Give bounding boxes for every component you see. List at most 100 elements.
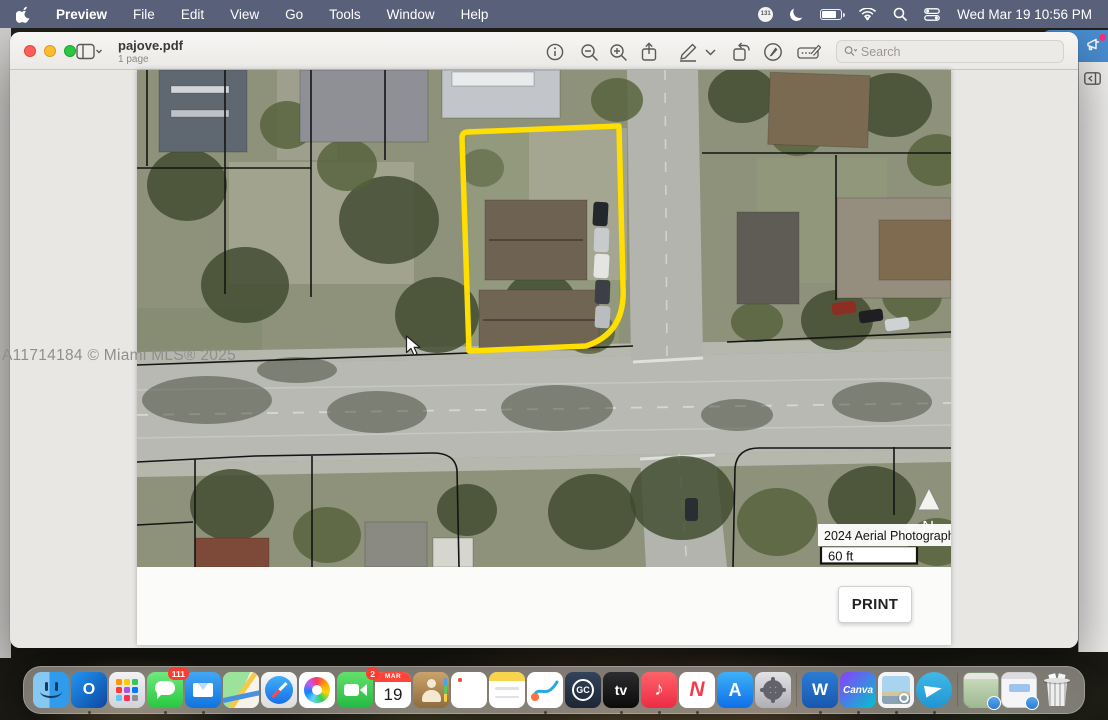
highlight-button[interactable] [760, 42, 786, 62]
dock-notes[interactable] [489, 672, 525, 708]
zoom-in-icon [609, 43, 628, 62]
close-button[interactable] [24, 45, 36, 57]
paper-plane-icon [924, 682, 943, 697]
markup-dropdown-chevron[interactable] [702, 42, 718, 62]
dock-maps[interactable] [223, 672, 259, 708]
battery-icon[interactable] [820, 9, 842, 20]
dock-launchpad[interactable] [109, 672, 145, 708]
markup-pencil-icon [677, 42, 699, 62]
title-bar[interactable]: pajove.pdf 1 page [10, 32, 1078, 70]
menu-tools[interactable]: Tools [329, 7, 361, 22]
flower-icon [304, 677, 330, 703]
app-badge [1025, 696, 1039, 710]
dock-messages[interactable]: 111 [147, 672, 183, 708]
dock-minimized-window-1[interactable] [963, 672, 999, 708]
menu-view[interactable]: View [230, 7, 259, 22]
menu-go[interactable]: Go [285, 7, 303, 22]
dock-gamecenter[interactable]: GC [565, 672, 601, 708]
news-glyph: N [679, 672, 715, 708]
dock-reminders[interactable] [451, 672, 487, 708]
search-field[interactable] [836, 40, 1064, 63]
markup-button[interactable] [675, 42, 701, 62]
fullscreen-button[interactable] [64, 45, 76, 57]
dock-music[interactable]: ♪ [641, 672, 677, 708]
focus-moon-icon[interactable] [789, 6, 805, 22]
wifi-icon[interactable] [859, 8, 876, 21]
dock-settings[interactable] [755, 672, 791, 708]
search-input[interactable] [861, 45, 1056, 59]
dock-news[interactable]: N [679, 672, 715, 708]
minimize-button[interactable] [44, 45, 56, 57]
status-badge-icon[interactable]: 131 [758, 7, 773, 22]
spotlight-icon[interactable] [893, 7, 907, 21]
menubar-clock[interactable]: Wed Mar 19 10:56 PM [957, 7, 1092, 22]
dock-preview[interactable] [878, 672, 914, 708]
calendar-day: 19 [375, 682, 411, 707]
apple-menu[interactable] [16, 6, 30, 23]
word-glyph: W [802, 672, 838, 708]
expand-sidebar-icon[interactable] [1084, 72, 1101, 85]
zoom-in-button[interactable] [605, 42, 631, 62]
dock: O 111 2 MAR19 GC tv ♪ N A W Canva [23, 666, 1085, 714]
dock-safari[interactable] [261, 672, 297, 708]
dock-freeform[interactable] [527, 672, 563, 708]
dock-appletv[interactable]: tv [603, 672, 639, 708]
camera-icon [344, 684, 359, 696]
menu-edit[interactable]: Edit [181, 7, 204, 22]
zoom-out-button[interactable] [576, 42, 602, 62]
dock-divider [796, 673, 797, 707]
canva-glyph: Canva [840, 672, 876, 708]
scale-bar: 60 ft [821, 547, 917, 564]
info-icon [546, 43, 564, 61]
control-center-icon[interactable] [924, 8, 940, 21]
parcel-buildings [479, 200, 599, 350]
rotate-button[interactable] [728, 42, 754, 62]
menu-window[interactable]: Window [387, 7, 435, 22]
dock-photos[interactable] [299, 672, 335, 708]
print-button[interactable]: PRINT [838, 586, 912, 623]
dock-telegram[interactable] [916, 672, 952, 708]
mouse-cursor [405, 335, 422, 362]
messages-badge: 111 [168, 667, 189, 680]
dock-word[interactable]: W [802, 672, 838, 708]
gear-icon [763, 680, 783, 700]
envelope-icon [193, 683, 213, 697]
dock-trash[interactable] [1039, 672, 1075, 708]
menu-preview[interactable]: Preview [56, 7, 107, 22]
page-count: 1 page [118, 54, 183, 65]
facetime-badge: 2 [366, 667, 379, 680]
app-badge [987, 696, 1001, 710]
outlook-glyph: O [71, 672, 107, 708]
scale-label: 60 ft [828, 549, 854, 564]
sidebar-toggle-button[interactable] [76, 42, 102, 62]
share-icon [640, 42, 658, 62]
menu-file[interactable]: File [133, 7, 155, 22]
fill-sign-button[interactable] [796, 42, 822, 62]
aerial-photo: N 2024 Aerial Photography 60 ft [137, 70, 951, 567]
dock-canva[interactable]: Canva [840, 672, 876, 708]
fill-sign-icon [797, 43, 821, 61]
speech-bubble-icon [155, 681, 175, 695]
dock-appstore[interactable]: A [717, 672, 753, 708]
dock-minimized-window-2[interactable] [1001, 672, 1037, 708]
notification-dot [1099, 34, 1106, 41]
dock-outlook[interactable]: O [71, 672, 107, 708]
pdf-page: N 2024 Aerial Photography 60 ft PRI [137, 70, 951, 645]
trash-basket-icon [1046, 680, 1068, 706]
tv-glyph: tv [603, 672, 639, 708]
share-button[interactable] [636, 42, 662, 62]
menu-help[interactable]: Help [461, 7, 489, 22]
info-button[interactable] [542, 42, 568, 62]
dock-finder[interactable] [33, 672, 69, 708]
zoom-out-icon [580, 43, 599, 62]
dock-facetime[interactable]: 2 [337, 672, 373, 708]
gc-glyph: GC [572, 679, 594, 701]
search-icon [844, 45, 857, 58]
highlighter-icon [763, 42, 783, 62]
menu-bar: Preview File Edit View Go Tools Window H… [0, 0, 1108, 28]
dock-mail[interactable] [185, 672, 221, 708]
dock-contacts[interactable] [413, 672, 449, 708]
map-label: 2024 Aerial Photography [824, 529, 951, 543]
music-note-icon: ♪ [641, 672, 677, 708]
dock-calendar[interactable]: MAR19 [375, 672, 411, 708]
